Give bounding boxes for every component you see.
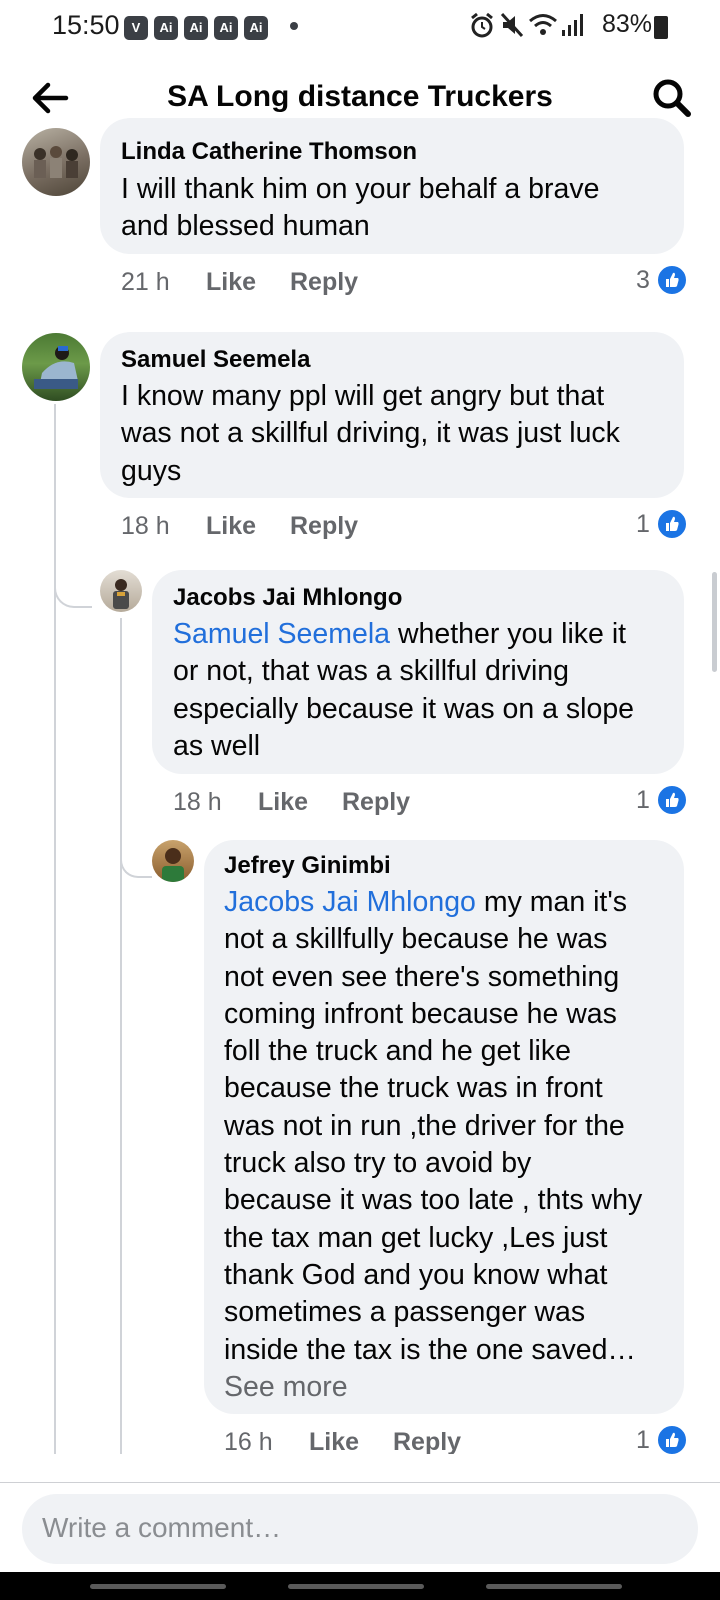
app-notification-icon: Ai [244,16,268,40]
comment-line: was not a skillful driving, it was just … [121,417,620,450]
mention-link[interactable]: Samuel Seemela [173,618,390,650]
comment-line: because it was too late , thts why [224,1184,643,1217]
mention-link[interactable]: Jacobs Jai Mhlongo [224,886,476,918]
comment-author[interactable]: Jefrey Ginimbi [224,852,391,880]
signal-icon [562,14,583,36]
app-notification-icon: Ai [214,16,238,40]
comment-line: I will thank him on your behalf a brave [121,173,600,205]
thumbs-up-icon[interactable] [656,1424,688,1456]
like-button[interactable]: Like [206,512,256,541]
avatar[interactable] [100,570,142,612]
battery-icon [654,16,668,39]
comment-text: I will thank him on your behalf a brave … [121,171,599,246]
thread-line [120,618,122,1482]
comment-time: 21 h [121,268,170,296]
comment-line: inside the tax is the one saved… [224,1333,636,1366]
comment-line: Samuel Seemela whether you like it [173,616,634,653]
comment-line: as well [173,729,261,762]
scrollbar[interactable] [712,572,717,672]
app-notification-icon: Ai [154,16,178,40]
mute-icon [500,12,524,38]
app-notification-icon: V [124,16,148,40]
alarm-icon [471,12,493,38]
comment-line: sometimes a passenger was [224,1296,586,1329]
comment-line: or not, that was a skillful driving [173,655,570,688]
comment-line: foll the truck and he get like [224,1035,571,1068]
like-button[interactable]: Like [309,1428,359,1457]
comment-line-text: whether you like it [390,618,627,650]
comment-text: Jacobs Jai Mhlongo my man it's not a ski… [224,884,642,1406]
comment-line: guys [121,454,182,487]
comment-line: not a skillfully because he was [224,923,608,956]
wifi-icon [529,14,557,35]
thumbs-up-icon[interactable] [656,508,688,540]
comment-line: coming infront because he was [224,997,617,1030]
reaction-count: 1 [636,1426,650,1454]
see-more-link[interactable]: See more [224,1369,642,1406]
comment-line: the tax man get lucky ,Les just [224,1221,608,1254]
more-notifications-dot [290,22,298,30]
comment-author[interactable]: Linda Catherine Thomson [121,138,417,166]
thumbs-up-icon[interactable] [656,784,688,816]
reply-button[interactable]: Reply [290,268,358,297]
status-time: 15:50 [52,10,120,40]
reaction-count: 1 [636,510,650,538]
comment-line-text: my man it's [475,886,628,918]
comment-line: and blessed human [121,210,370,243]
comment-line: because the truck was in front [224,1072,603,1105]
avatar[interactable] [152,840,194,882]
composer-divider [0,1482,720,1483]
page-title: SA Long distance Truckers [167,80,553,113]
comment-line: not even see there's something [224,960,620,993]
comment-text: I know many ppl will get angry but that … [121,378,620,490]
comment-author[interactable]: Samuel Seemela [121,346,310,374]
nav-recents-indicator[interactable] [90,1584,226,1589]
comment-time: 18 h [173,788,222,816]
avatar[interactable] [22,128,90,196]
comment-line: I know many ppl will get angry but that [121,380,605,412]
thumbs-up-icon[interactable] [656,264,688,296]
reply-button[interactable]: Reply [342,788,410,817]
comment-input-placeholder: Write a comment… [42,1512,282,1543]
reply-button[interactable]: Reply [290,512,358,541]
nav-back-indicator[interactable] [486,1584,622,1589]
battery-percent: 83% [601,10,652,38]
comment-line: especially because it was on a slope [173,692,635,725]
thread-connector [54,560,92,608]
like-button[interactable]: Like [206,268,256,297]
search-icon[interactable] [650,76,694,120]
comment-time: 18 h [121,512,170,540]
reaction-count: 1 [636,786,650,814]
like-button[interactable]: Like [258,788,308,817]
comment-line: was not in run ,the driver for the [224,1109,625,1142]
reaction-count: 3 [636,266,650,294]
comment-line: Jacobs Jai Mhlongo my man it's [224,884,642,921]
comment-time: 16 h [224,1428,273,1456]
thread-connector [120,830,152,878]
comment-line: truck also try to avoid by [224,1147,532,1180]
comment-line: thank God and you know what [224,1258,608,1291]
reply-button[interactable]: Reply [393,1428,461,1457]
avatar[interactable] [22,333,90,401]
app-notification-icon: Ai [184,16,208,40]
comment-author[interactable]: Jacobs Jai Mhlongo [173,584,402,612]
comment-text: Samuel Seemela whether you like it or no… [173,616,634,765]
nav-home-indicator[interactable] [288,1584,424,1589]
